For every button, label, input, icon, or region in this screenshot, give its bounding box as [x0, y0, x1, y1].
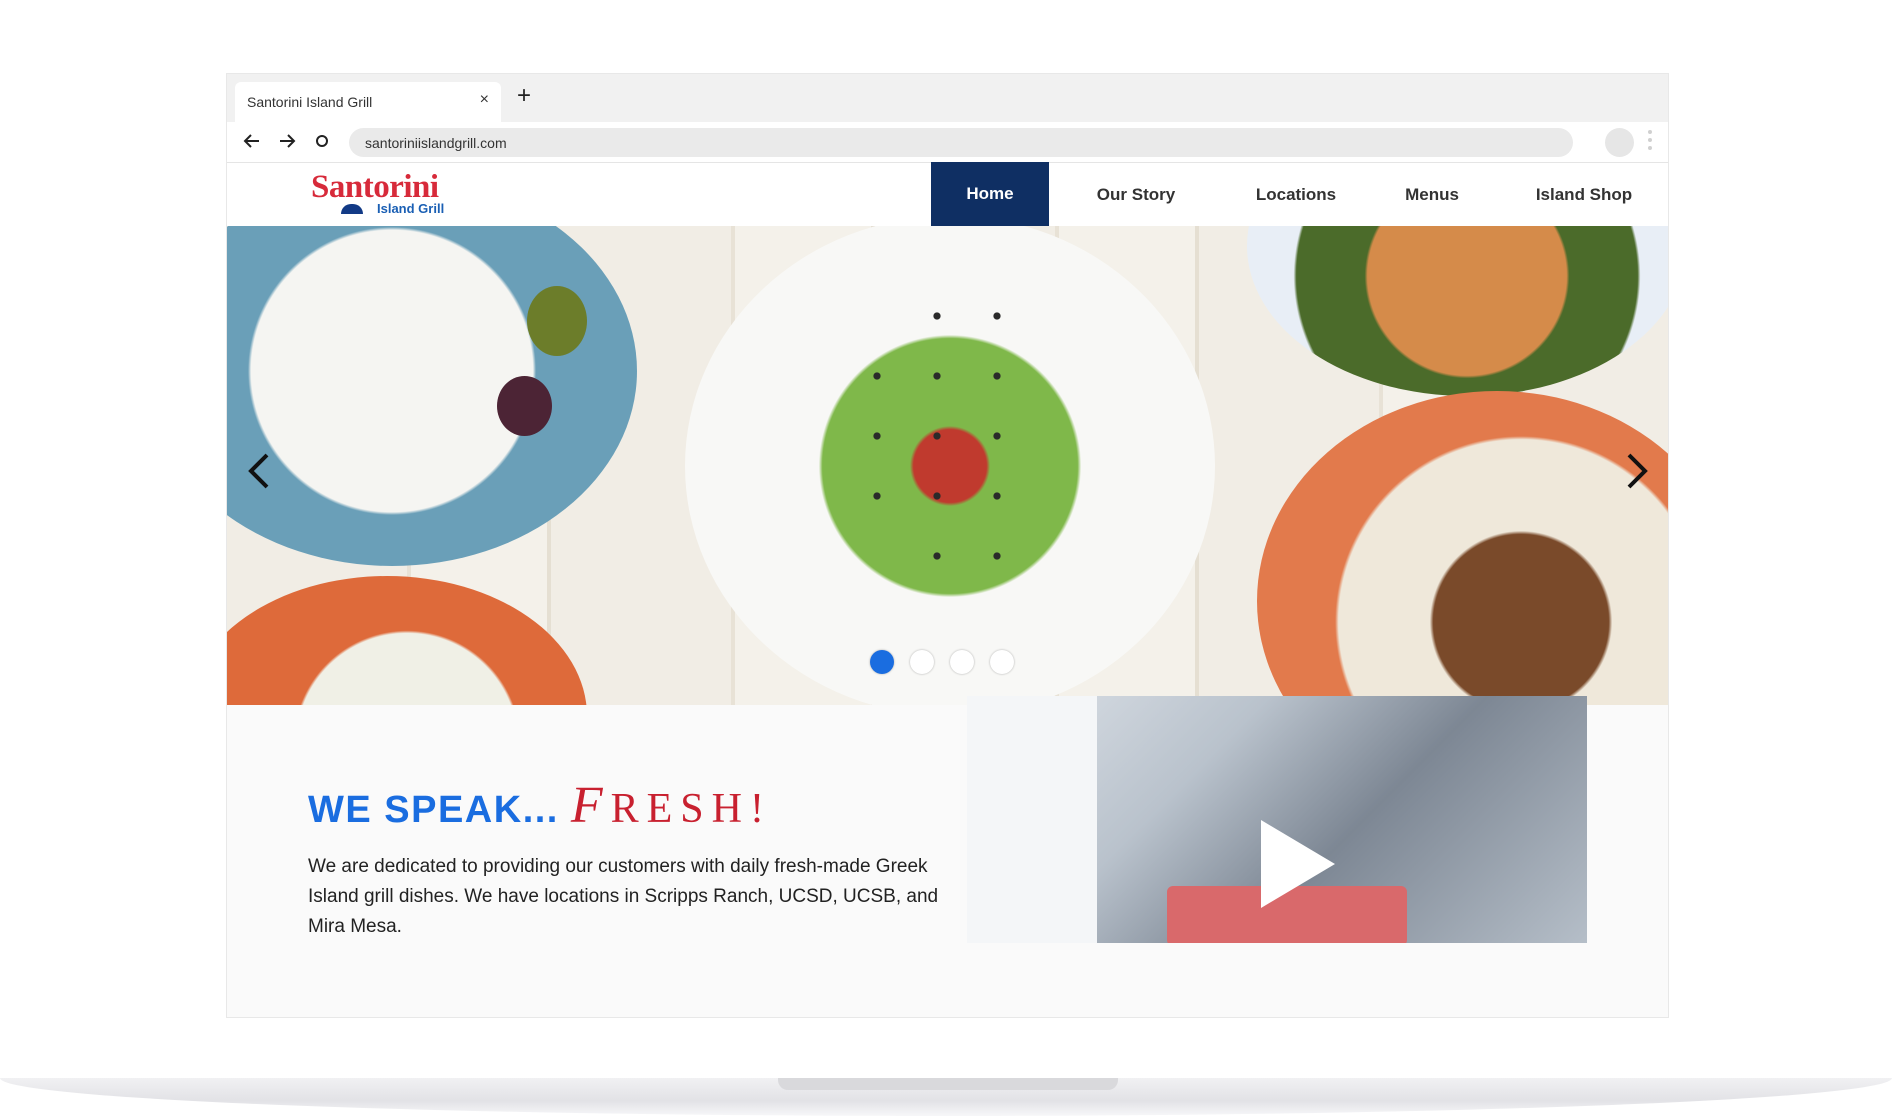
chef-sleeve-image	[967, 696, 1097, 943]
headline-cap: F	[570, 777, 611, 834]
site-logo[interactable]: Santorini Island Grill	[311, 169, 451, 219]
feta-plate-image	[227, 226, 637, 566]
url-text: santoriniislandgrill.com	[365, 135, 507, 151]
pita-plate-image	[1247, 226, 1668, 396]
forward-icon[interactable]	[276, 130, 298, 152]
laptop-notch	[778, 1078, 1118, 1090]
nav-item-locations[interactable]: Locations	[1231, 163, 1361, 226]
nav-item-island-shop[interactable]: Island Shop	[1509, 163, 1659, 226]
profile-avatar[interactable]	[1605, 128, 1634, 157]
address-bar: santoriniislandgrill.com	[227, 122, 1668, 163]
slider-prev-icon[interactable]	[241, 451, 281, 491]
olives-overlay-image	[847, 286, 1047, 586]
nav-item-our-story[interactable]: Our Story	[1071, 163, 1201, 226]
menu-kebab-icon[interactable]	[1647, 130, 1653, 154]
slider-dot[interactable]	[910, 650, 934, 674]
reload-icon[interactable]	[311, 130, 333, 152]
slider-dot[interactable]	[990, 650, 1014, 674]
headline-fresh: FRESH!	[571, 777, 772, 834]
new-tab-icon[interactable]: +	[517, 84, 531, 108]
intro-description: We are dedicated to providing our custom…	[308, 856, 939, 937]
tab-title: Santorini Island Grill	[247, 94, 373, 110]
play-icon[interactable]	[1261, 820, 1335, 908]
tab-bar: Santorini Island Grill × +	[227, 74, 1668, 122]
nav-item-menus[interactable]: Menus	[1377, 163, 1487, 226]
close-tab-icon[interactable]: ×	[480, 91, 489, 109]
headline-part1: WE SPEAK...	[308, 789, 559, 831]
hero-slider	[227, 226, 1668, 705]
site-header: Santorini Island Grill Home Our Story Lo…	[227, 162, 1668, 244]
url-field[interactable]: santoriniislandgrill.com	[349, 128, 1573, 157]
olive-image	[527, 286, 587, 356]
olive-image	[497, 376, 552, 436]
orange-plate-image	[227, 576, 587, 705]
slider-dot[interactable]	[950, 650, 974, 674]
intro-headline: WE SPEAK... FRESH!	[308, 776, 772, 835]
headline-rest: RESH!	[610, 786, 772, 832]
slider-next-icon[interactable]	[1615, 451, 1655, 491]
logo-sub-text: Island Grill	[377, 201, 445, 216]
back-icon[interactable]	[241, 130, 263, 152]
kitchen-video[interactable]	[967, 696, 1587, 943]
slider-dot[interactable]	[870, 650, 894, 674]
skewer-plate-image	[1257, 391, 1668, 705]
browser-tab[interactable]: Santorini Island Grill ×	[235, 82, 501, 122]
